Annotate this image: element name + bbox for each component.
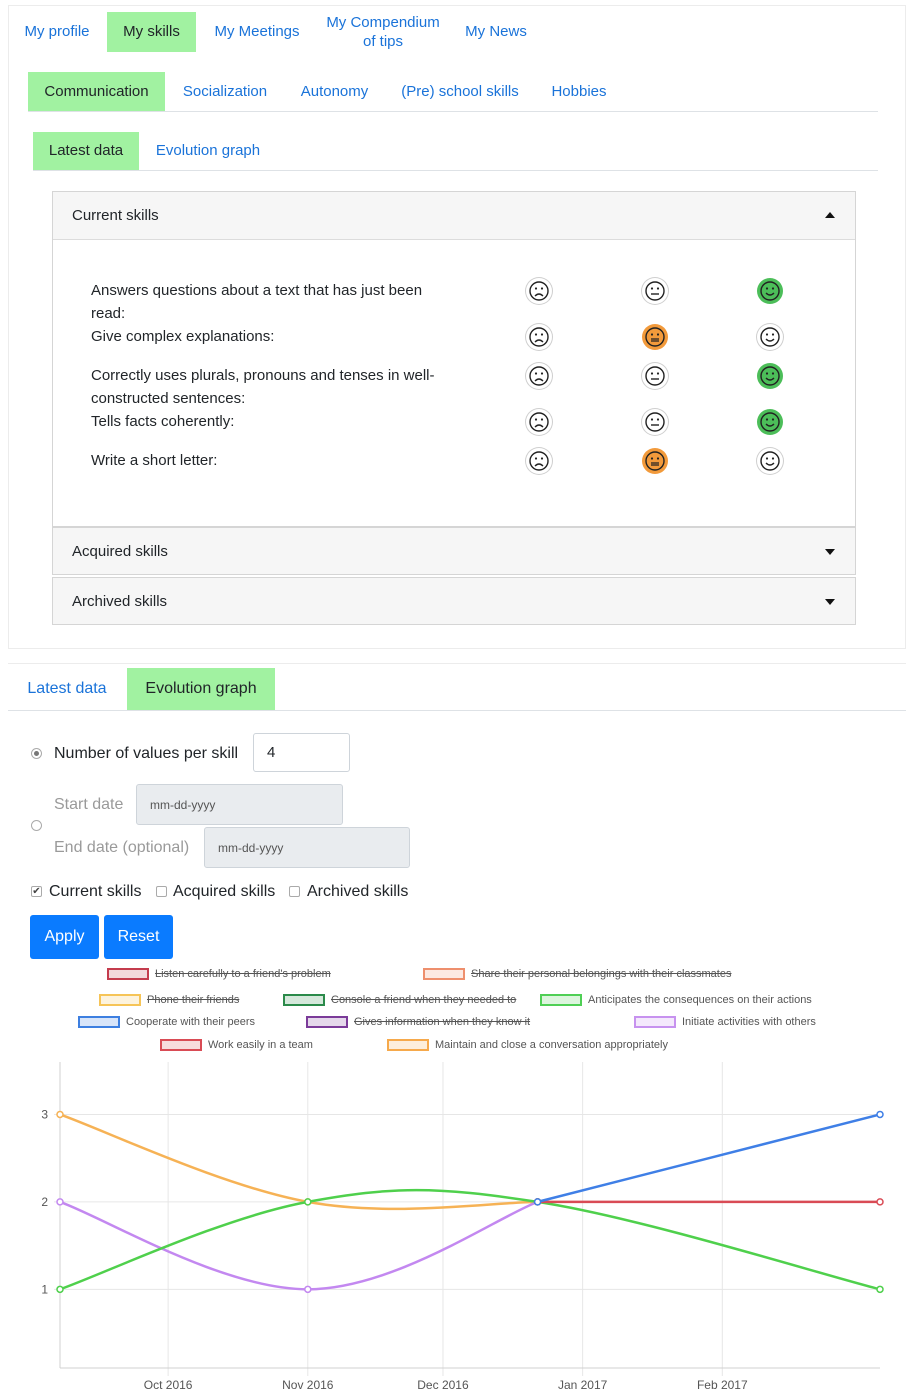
data-point[interactable] xyxy=(304,1198,312,1206)
data-point[interactable] xyxy=(56,1110,64,1119)
x-tick-label: Dec 2016 xyxy=(417,1378,469,1392)
data-point[interactable] xyxy=(876,1110,884,1119)
y-tick-label: 3 xyxy=(41,1107,48,1121)
series-line xyxy=(59,1113,538,1211)
data-point[interactable] xyxy=(533,1198,542,1206)
series-line xyxy=(537,1113,881,1204)
data-point[interactable] xyxy=(876,1198,884,1206)
x-tick-label: Nov 2016 xyxy=(282,1378,334,1392)
y-tick-label: 2 xyxy=(41,1195,48,1209)
x-tick-label: Jan 2017 xyxy=(558,1378,608,1392)
data-point[interactable] xyxy=(304,1285,312,1294)
series-line xyxy=(59,1200,539,1291)
x-tick-label: Oct 2016 xyxy=(144,1378,193,1392)
y-tick-label: 1 xyxy=(41,1282,48,1296)
evolution-chart: Oct 2016 Nov 2016 Dec 2016 Jan 2017 Feb 2017… xyxy=(41,1062,884,1392)
data-point[interactable] xyxy=(876,1285,884,1294)
x-tick-label: Feb 2017 xyxy=(697,1378,748,1392)
data-point[interactable] xyxy=(56,1285,64,1294)
data-point[interactable] xyxy=(56,1198,64,1206)
